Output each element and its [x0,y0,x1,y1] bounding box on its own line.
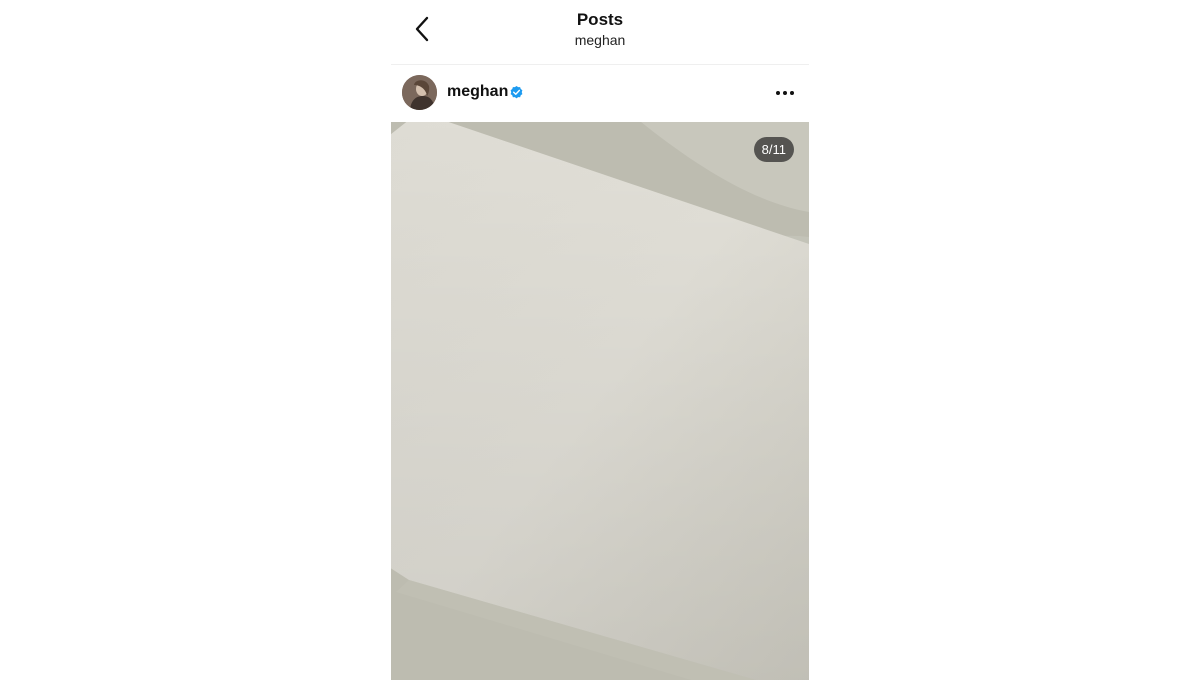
more-options-button[interactable] [773,82,797,104]
post-photo[interactable]: 8/11 [391,122,809,680]
page-subtitle: meghan [574,32,626,48]
carousel-counter: 8/11 [753,137,794,162]
photo-envelope-scene [391,122,809,680]
avatar-photo [402,75,437,110]
navigation-bar: Posts meghan [391,0,809,65]
app-screen: Posts meghan meghan 8/11 [391,0,809,686]
post-username[interactable]: meghan [447,83,508,101]
post-header: meghan [391,64,809,122]
avatar[interactable] [402,75,437,110]
page-title: Posts [576,10,624,29]
more-horizontal-icon [776,91,794,95]
verified-badge-icon [510,85,523,99]
